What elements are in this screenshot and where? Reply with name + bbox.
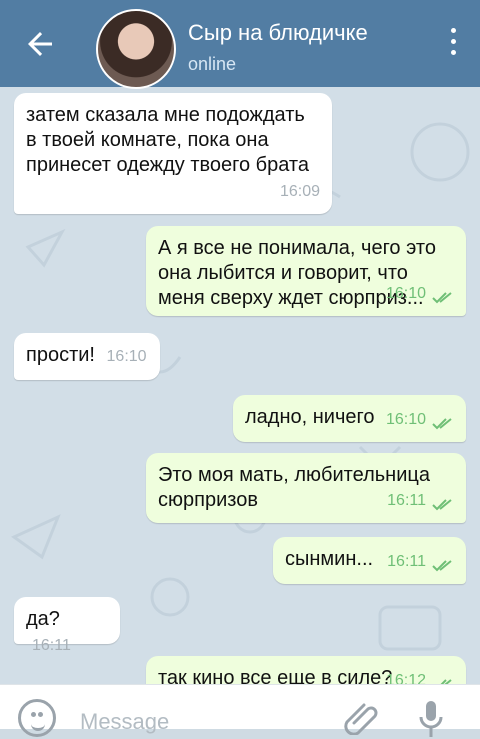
more-vertical-icon[interactable] <box>448 28 458 60</box>
message-input[interactable]: Message <box>80 709 169 735</box>
chat-header: Сыр на блюдичке online <box>0 0 480 89</box>
paperclip-icon[interactable] <box>342 699 378 735</box>
message-time: 16:10 <box>106 348 147 365</box>
message-bubble[interactable]: ладно, ничего 16:10 <box>233 395 466 442</box>
message-text: сынмин... <box>285 548 374 570</box>
chat-title[interactable]: Сыр на блюдичке <box>188 20 368 46</box>
message-bubble[interactable]: так кино все еще в силе? 16:12 <box>146 656 466 684</box>
message-text: ладно, ничего <box>245 406 375 428</box>
message-list[interactable]: затем сказала мне подождать в твоей комн… <box>0 87 480 684</box>
double-check-icon <box>432 499 452 511</box>
emoji-icon[interactable] <box>18 699 56 737</box>
message-time: 16:11 <box>387 492 426 509</box>
message-composer: Message <box>0 684 480 737</box>
message-time: 16:10 <box>385 411 426 428</box>
message-text: так кино все еще в силе? <box>158 667 393 684</box>
message-text: да? <box>26 608 60 630</box>
message-bubble[interactable]: А я все не понимала, чего это она лыбитс… <box>146 226 466 316</box>
message-bubble[interactable]: прости! 16:10 <box>14 333 160 380</box>
message-time: 16:09 <box>279 183 320 200</box>
message-bubble[interactable]: Это моя мать, любительница сюрпризов 16:… <box>146 453 466 523</box>
double-check-icon <box>432 560 452 572</box>
online-status: online <box>188 54 237 74</box>
double-check-icon <box>432 292 452 304</box>
avatar[interactable] <box>96 9 176 89</box>
message-bubble[interactable]: сынмин... 16:11 <box>273 537 466 584</box>
back-arrow-icon[interactable] <box>22 26 58 62</box>
message-time: 16:11 <box>387 553 426 570</box>
message-text: затем сказала мне подождать в твоей комн… <box>26 104 309 176</box>
microphone-icon[interactable] <box>416 699 446 739</box>
message-time: 16:10 <box>385 285 426 302</box>
double-check-icon <box>432 418 452 430</box>
emoji-mouth <box>31 720 45 731</box>
message-bubble[interactable]: затем сказала мне подождать в твоей комн… <box>14 93 332 214</box>
message-bubble[interactable]: да? 16:11 <box>14 597 120 654</box>
message-time: 16:11 <box>32 637 71 654</box>
message-text: прости! <box>26 344 95 366</box>
message-time: 16:12 <box>385 672 426 684</box>
